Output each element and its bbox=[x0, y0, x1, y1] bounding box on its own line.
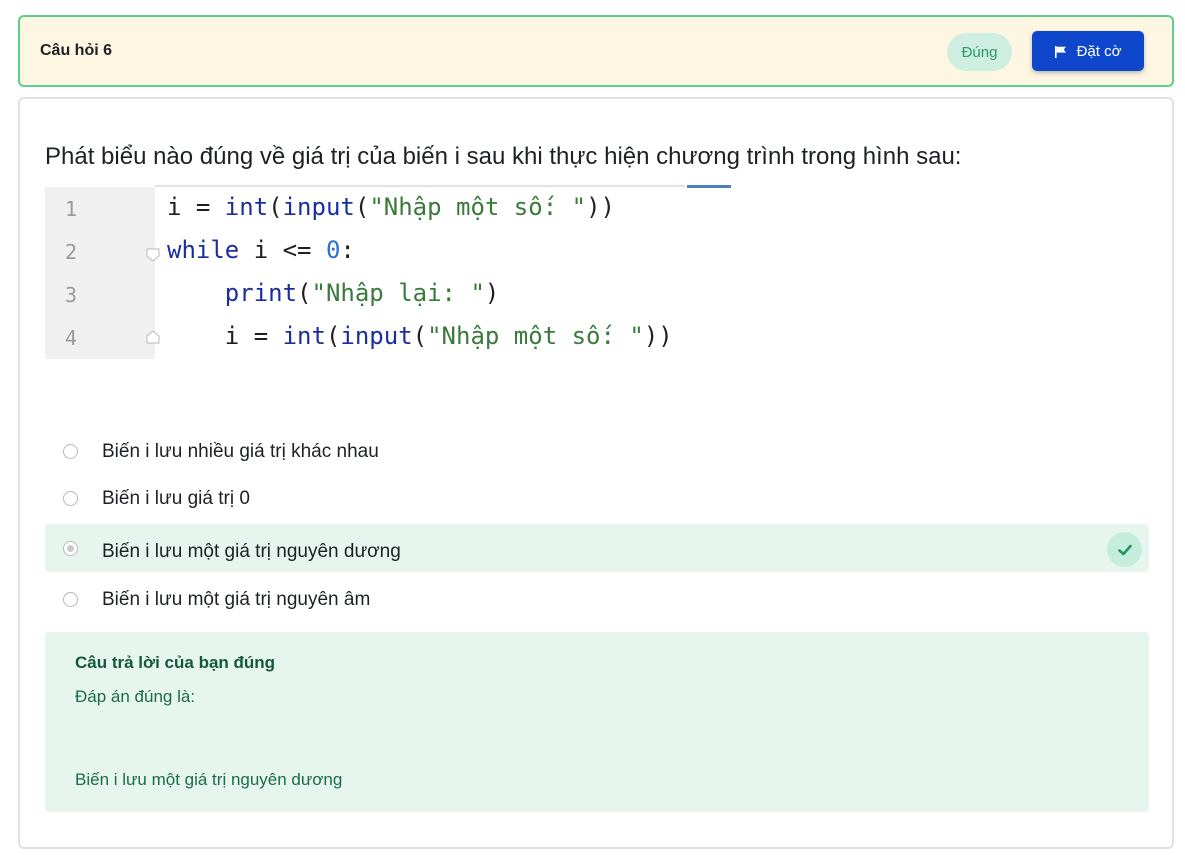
fold-open-icon bbox=[146, 248, 160, 262]
answer-label: Biến i lưu giá trị 0 bbox=[102, 488, 250, 509]
code-image: 1 2 3 4 i = int(input("Nhập một số: ")) … bbox=[45, 185, 733, 359]
code-line-2: while i <= 0: bbox=[167, 236, 355, 264]
line-number: 4 bbox=[65, 326, 78, 350]
answer-radio[interactable] bbox=[63, 444, 78, 459]
flag-question-label: Đặt cờ bbox=[1076, 42, 1122, 60]
answer-option[interactable]: Biến i lưu nhiều giá trị khác nhau bbox=[45, 434, 1149, 482]
answer-option-selected[interactable]: Biến i lưu một giá trị nguyên dương bbox=[45, 524, 1149, 572]
check-icon bbox=[1107, 532, 1142, 567]
code-line-1: i = int(input("Nhập một số: ")) bbox=[167, 193, 615, 221]
code-line-4: i = int(input("Nhập một số: ")) bbox=[167, 322, 673, 350]
code-top-border bbox=[155, 185, 685, 187]
correct-answer-text: Biến i lưu một giá trị nguyên dương bbox=[75, 770, 343, 789]
answer-option[interactable]: Biến i lưu giá trị 0 bbox=[45, 481, 1149, 529]
correct-answer-label: Đáp án đúng là: bbox=[75, 687, 196, 706]
code-gutter bbox=[45, 187, 155, 359]
question-text: Phát biểu nào đúng về giá trị của biến i… bbox=[45, 143, 962, 170]
feedback-title: Câu trả lời của bạn đúng bbox=[75, 653, 276, 672]
line-number: 3 bbox=[65, 283, 78, 307]
flag-question-button[interactable]: Đặt cờ bbox=[1032, 31, 1144, 71]
status-badge: Đúng bbox=[947, 33, 1012, 71]
answer-radio[interactable] bbox=[63, 491, 78, 506]
question-card: Phát biểu nào đúng về giá trị của biến i… bbox=[18, 97, 1174, 849]
flag-icon bbox=[1054, 45, 1067, 58]
line-number: 2 bbox=[65, 240, 78, 264]
answer-label: Biến i lưu một giá trị nguyên dương bbox=[102, 541, 401, 562]
answer-label: Biến i lưu nhiều giá trị khác nhau bbox=[102, 441, 379, 462]
code-line-3: print("Nhập lại: ") bbox=[224, 279, 500, 307]
code-caret-marker bbox=[687, 185, 731, 188]
fold-close-icon bbox=[146, 330, 160, 344]
answer-option[interactable]: Biến i lưu một giá trị nguyên âm bbox=[45, 582, 1149, 630]
feedback-box: Câu trả lời của bạn đúng Đáp án đúng là:… bbox=[45, 632, 1149, 812]
question-header: Câu hỏi 6 Đúng Đặt cờ bbox=[18, 15, 1174, 87]
answer-radio-checked[interactable] bbox=[63, 541, 78, 556]
line-number: 1 bbox=[65, 197, 78, 221]
answer-radio[interactable] bbox=[63, 592, 78, 607]
question-number: Câu hỏi 6 bbox=[40, 42, 113, 59]
answer-label: Biến i lưu một giá trị nguyên âm bbox=[102, 589, 371, 610]
